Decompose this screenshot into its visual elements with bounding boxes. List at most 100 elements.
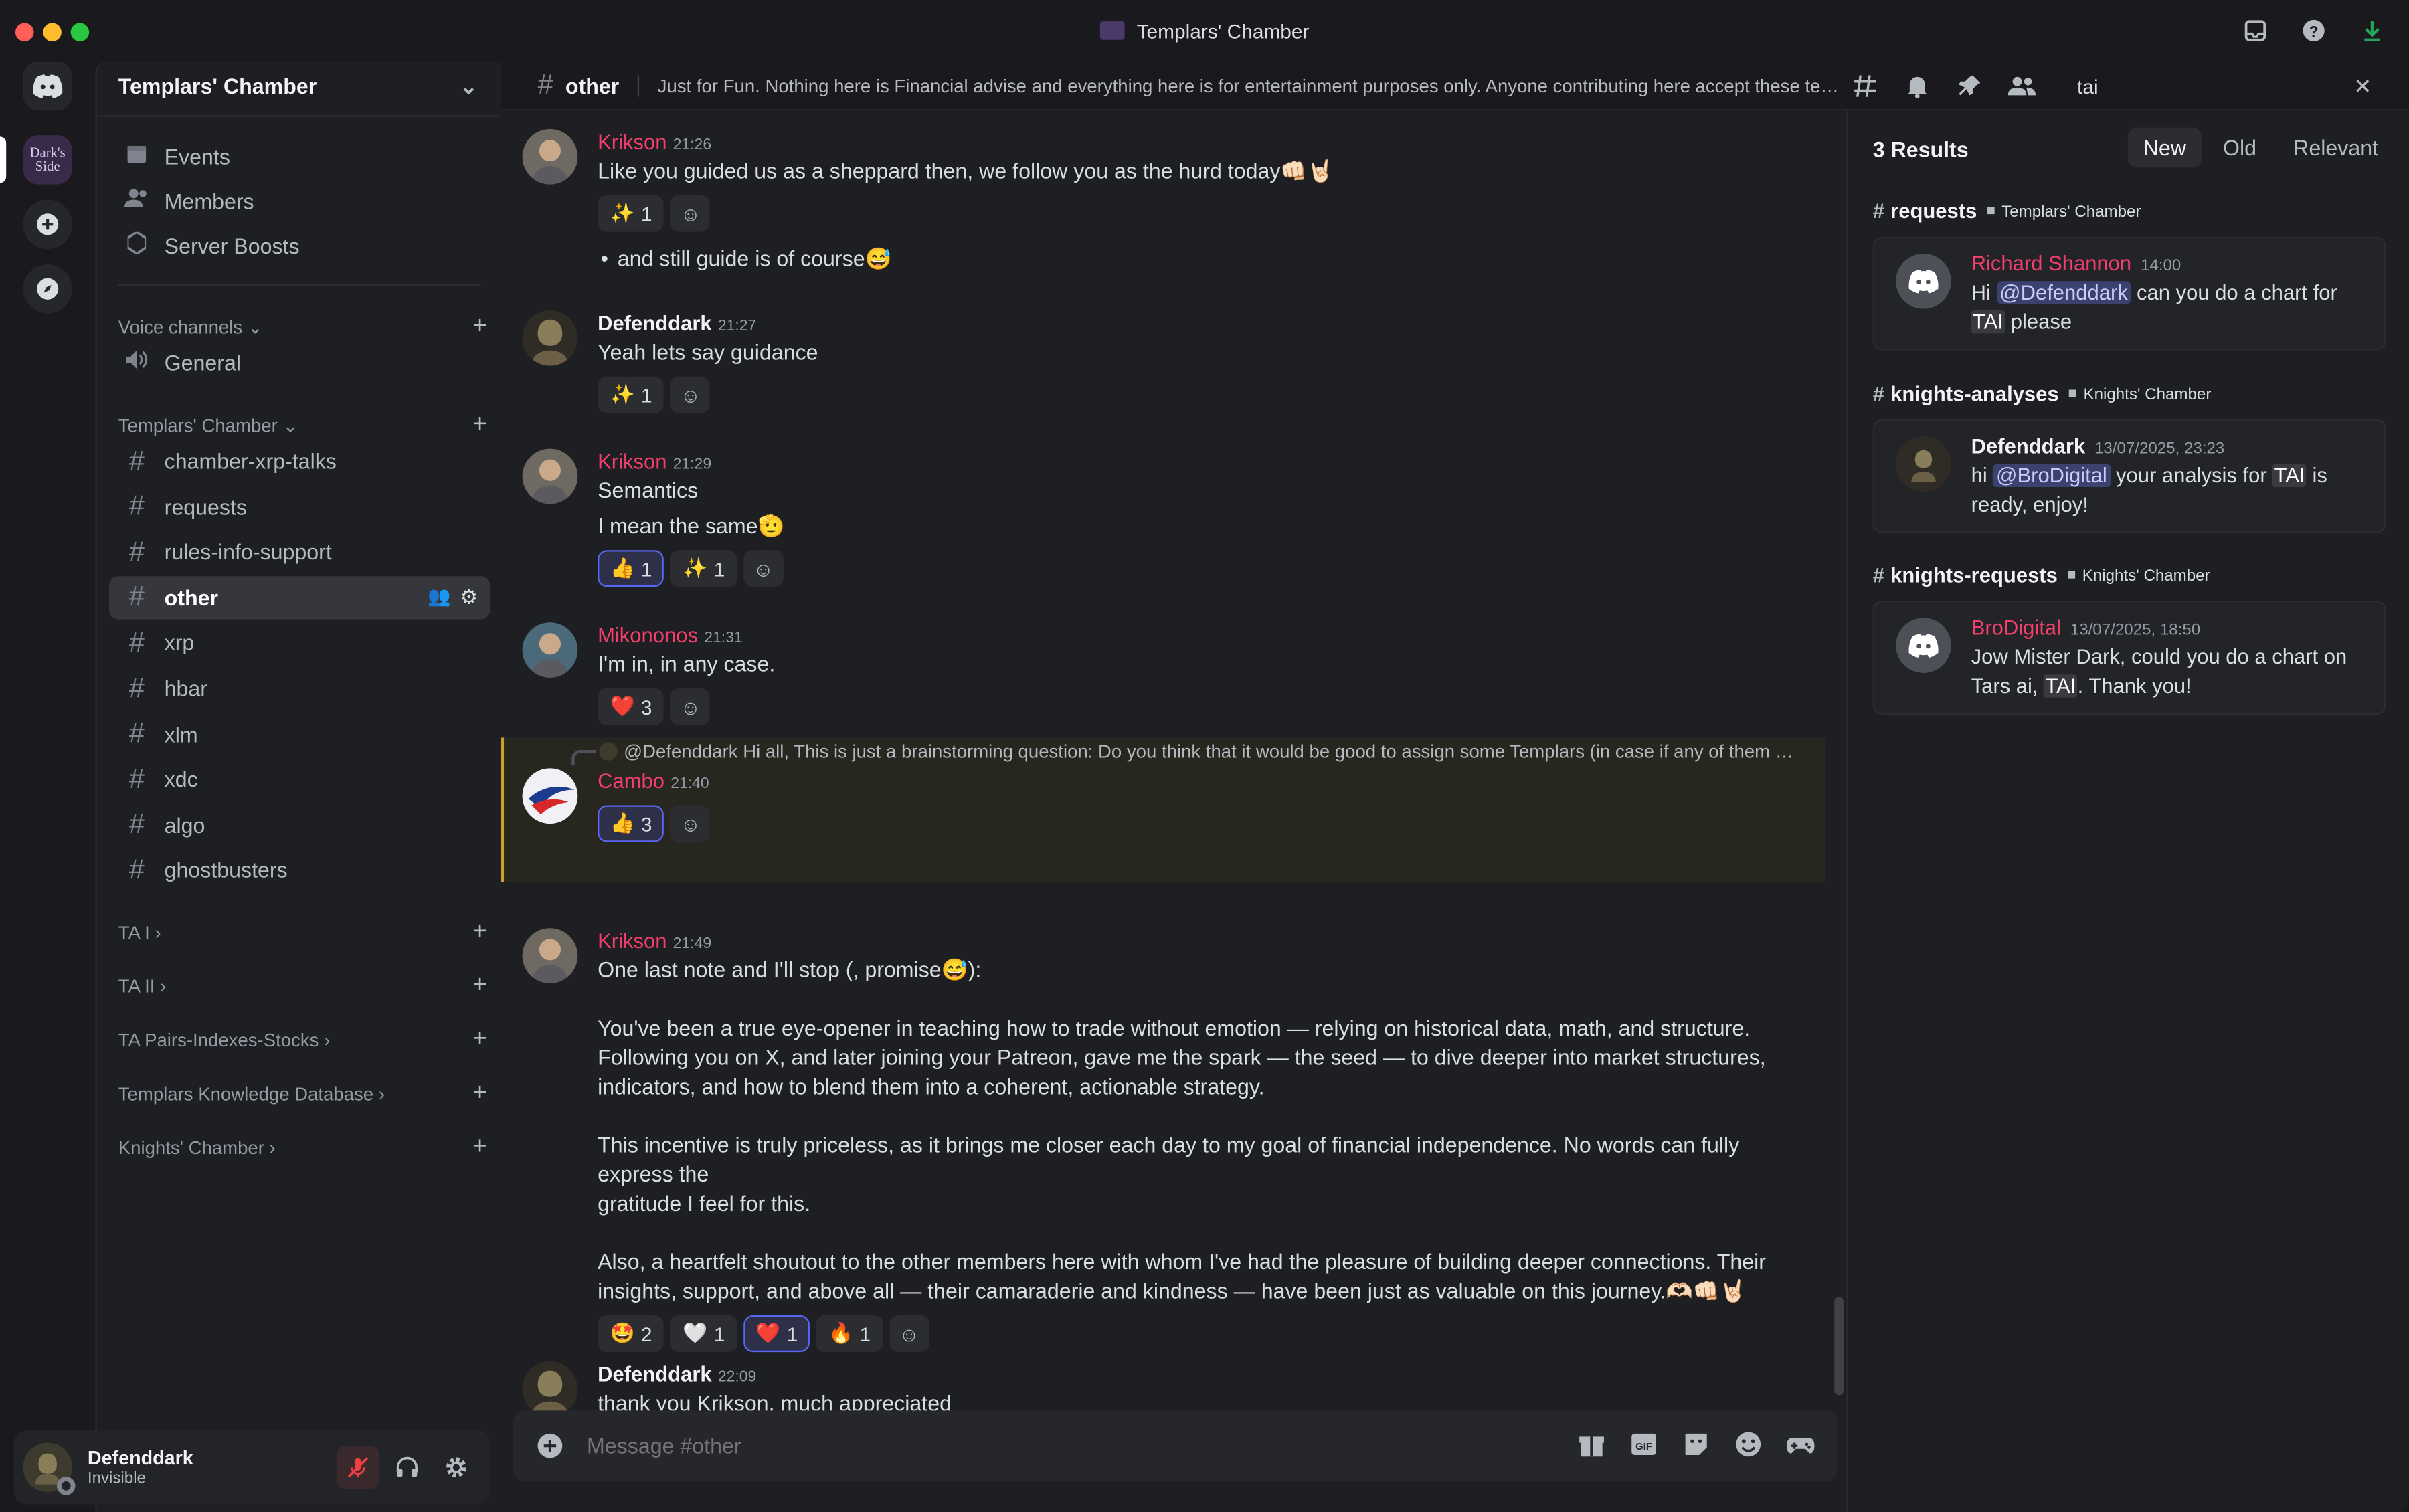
scrollbar-thumb[interactable] [1834, 1297, 1844, 1396]
headphones-button[interactable] [385, 1446, 428, 1489]
user-mention[interactable]: @Defenddark [1996, 281, 2131, 304]
category-templars-chamber[interactable]: Templars' Chamber ⌄ + [118, 412, 487, 440]
category-knights-chamber[interactable]: Knights' Chamber › + [118, 1134, 487, 1161]
search-result-card[interactable]: Richard Shannon 14:00 Hi @Defenddark can y… [1872, 236, 2386, 351]
category-ta-i[interactable]: TA I › + [118, 919, 487, 946]
voice-channel-general[interactable]: General [109, 341, 490, 384]
sidebar-item-server-boosts[interactable]: Server Boosts [109, 224, 490, 267]
add-channel-icon[interactable]: + [472, 1026, 486, 1054]
sidebar-item-hbar[interactable]: # hbar [109, 667, 490, 710]
category-ta-pairs-indexes-stocks[interactable]: TA Pairs-Indexes-Stocks › + [118, 1026, 487, 1054]
avatar[interactable] [522, 622, 578, 678]
add-channel-icon[interactable]: + [472, 1080, 486, 1108]
add-channel-icon[interactable]: + [472, 314, 486, 341]
result-channel-header[interactable]: # knights-requests ■ Knights' Chamber [1873, 564, 2210, 587]
add-reaction-button[interactable]: ☺ [670, 376, 711, 413]
avatar[interactable] [522, 1361, 578, 1417]
reaction-button[interactable]: ✨ 1 [598, 376, 664, 413]
message-author[interactable]: Krikson [598, 930, 666, 953]
add-reaction-button[interactable]: ☺ [743, 550, 784, 587]
avatar[interactable] [522, 928, 578, 983]
channel-topic[interactable]: Just for Fun. Nothing here is Financial … [658, 74, 1841, 96]
clear-search-icon[interactable]: ✕ [2353, 73, 2372, 99]
message-author[interactable]: Defenddark [598, 1363, 712, 1386]
add-channel-icon[interactable]: + [472, 919, 486, 946]
search-input[interactable] [2077, 74, 2354, 98]
reaction-button[interactable]: ❤️ 3 [598, 688, 664, 726]
add-reaction-button[interactable]: ☺ [670, 195, 711, 232]
inbox-icon[interactable] [2240, 15, 2270, 46]
invite-icon[interactable]: 👥 [428, 585, 450, 610]
sticker-icon[interactable] [1681, 1428, 1712, 1464]
reaction-button[interactable]: ❤️ 1 [743, 1315, 810, 1353]
pin-icon[interactable] [1954, 71, 1985, 102]
sidebar-item-xrp[interactable]: # xrp [109, 622, 490, 664]
sidebar-item-algo[interactable]: # algo [109, 804, 490, 846]
server-header[interactable]: Templars' Chamber ⌄ [97, 62, 500, 110]
minimize-window-button[interactable] [43, 23, 62, 42]
reaction-button[interactable]: 🤍 1 [670, 1315, 737, 1353]
reaction-button[interactable]: ✨ 1 [670, 550, 737, 587]
apps-gamepad-icon[interactable] [1785, 1428, 1816, 1464]
server-darks-side[interactable]: Dark's Side [23, 135, 72, 185]
add-channel-icon[interactable]: + [472, 1134, 486, 1161]
reaction-button[interactable]: 🤩 2 [598, 1315, 664, 1353]
message-input[interactable] [587, 1433, 1509, 1458]
close-window-button[interactable] [15, 23, 34, 42]
gift-icon[interactable] [1577, 1428, 1607, 1464]
result-author[interactable]: BroDigital [1971, 616, 2061, 639]
result-author[interactable]: Defenddark [1971, 435, 2086, 458]
message-author[interactable]: Cambo [598, 770, 664, 793]
add-reaction-button[interactable]: ☺ [670, 805, 711, 842]
result-channel-header[interactable]: # requests ■ Templars' Chamber [1873, 200, 2141, 223]
sort-relevant-tab[interactable]: Relevant [2278, 128, 2394, 168]
discord-home-button[interactable] [23, 61, 72, 111]
user-mention[interactable]: @BroDigital [1993, 464, 2111, 488]
category-templars-knowledge-database[interactable]: Templars Knowledge Database › + [118, 1080, 487, 1108]
sidebar-item-xdc[interactable]: # xdc [109, 758, 490, 801]
sort-new-tab[interactable]: New [2127, 127, 2202, 168]
message-author[interactable]: Defenddark [598, 312, 712, 335]
search-box[interactable]: ✕ [2064, 68, 2394, 105]
help-icon[interactable]: ? [2299, 15, 2329, 46]
add-reaction-button[interactable]: ☺ [670, 688, 711, 726]
category-ta-ii[interactable]: TA II › + [118, 973, 487, 1000]
add-reaction-button[interactable]: ☺ [889, 1315, 929, 1353]
avatar[interactable] [522, 768, 578, 824]
result-author[interactable]: Richard Shannon [1971, 252, 2132, 275]
reaction-button[interactable]: 👍 3 [598, 805, 664, 842]
message-author[interactable]: Krikson [598, 450, 666, 473]
sidebar-item-rules-info-support[interactable]: # rules-info-support [109, 531, 490, 573]
download-icon[interactable] [2357, 15, 2388, 46]
sidebar-item-members[interactable]: Members [109, 180, 490, 223]
sort-old-tab[interactable]: Old [2208, 128, 2272, 168]
category-voice-channels[interactable]: Voice channels ⌄ + [118, 314, 487, 341]
sidebar-item-chamber-xrp-talks[interactable]: # chamber-xrp-talks [109, 440, 490, 482]
add-attachment-button[interactable] [535, 1430, 565, 1461]
mute-button[interactable] [336, 1446, 380, 1489]
sidebar-item-requests[interactable]: # requests [109, 485, 490, 528]
sidebar-item-events[interactable]: Events [109, 135, 490, 178]
gif-icon[interactable]: GIF [1629, 1428, 1660, 1464]
add-server-button[interactable] [23, 199, 72, 250]
add-channel-icon[interactable]: + [472, 973, 486, 1000]
search-result-card[interactable]: BroDigital 13/07/2025, 18:50 Jow Mister Da… [1872, 601, 2386, 715]
threads-icon[interactable] [1850, 71, 1880, 102]
message-author[interactable]: Krikson [598, 130, 666, 153]
result-channel-header[interactable]: # knights-analyses ■ Knights' Chamber [1873, 383, 2212, 405]
avatar[interactable] [522, 448, 578, 504]
search-result-card[interactable]: Defenddark 13/07/2025, 23:23 hi @BroDigita… [1872, 419, 2386, 533]
message[interactable]: @Defenddark Hi all, This is just a brain… [501, 737, 1825, 882]
zoom-window-button[interactable] [70, 23, 90, 42]
reaction-button[interactable]: 🔥 1 [816, 1315, 883, 1353]
discover-button[interactable] [23, 264, 72, 314]
add-channel-icon[interactable]: + [472, 412, 486, 440]
notification-bell-icon[interactable] [1902, 71, 1933, 102]
sidebar-item-other[interactable]: # other 👥 ⚙ [109, 575, 490, 620]
avatar[interactable] [522, 310, 578, 366]
reaction-button[interactable]: 👍 1 [598, 550, 664, 587]
member-list-icon[interactable] [2006, 71, 2037, 102]
settings-button[interactable] [435, 1446, 478, 1489]
reply-preview[interactable]: @Defenddark Hi all, This is just a brain… [599, 741, 1797, 762]
reaction-button[interactable]: ✨ 1 [598, 195, 664, 232]
